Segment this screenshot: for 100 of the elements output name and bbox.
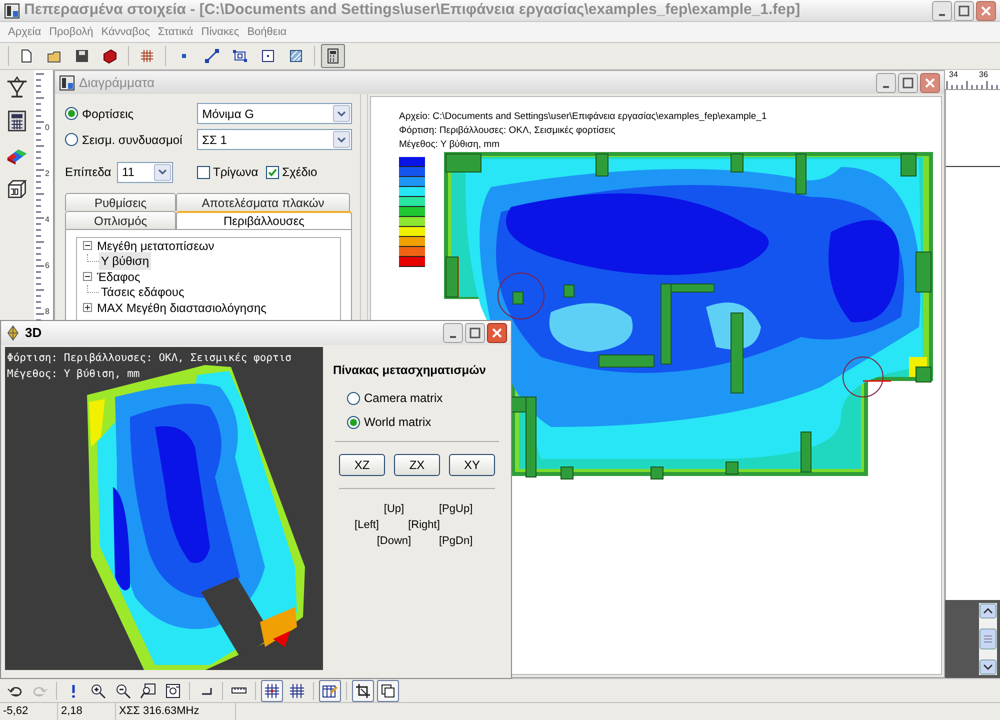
- menu-item[interactable]: Προβολή: [45, 24, 98, 40]
- zoom-extents-icon: [165, 682, 181, 698]
- zoom-in-icon: [90, 682, 106, 698]
- ruler-label: 36: [979, 71, 988, 79]
- maximize-button[interactable]: [898, 72, 918, 92]
- key-hint: [Right]: [408, 518, 440, 533]
- scrollbar[interactable]: [979, 603, 997, 675]
- menu-item[interactable]: Κάνναβος: [97, 24, 154, 40]
- radio-label[interactable]: Φορτίσεις: [82, 104, 134, 122]
- expander[interactable]: [83, 272, 92, 282]
- minimize-icon: [883, 86, 889, 88]
- expander[interactable]: [83, 241, 92, 250]
- maximize-button[interactable]: [954, 0, 974, 20]
- tab[interactable]: Οπλισμός: [65, 211, 176, 229]
- line-icon: [204, 48, 220, 64]
- 3d-axes-icon: [5, 325, 21, 341]
- dropdown[interactable]: ΣΣ 1: [197, 129, 352, 150]
- maximize-icon: [469, 327, 481, 339]
- menu-item[interactable]: Βοήθεια: [243, 24, 291, 40]
- scroll-thumb[interactable]: [979, 628, 997, 650]
- menu-item[interactable]: Στατικά: [154, 24, 198, 40]
- ruler-label: 8: [45, 308, 50, 316]
- radio-button[interactable]: [347, 416, 360, 428]
- tree-item[interactable]: Έδαφος: [95, 268, 142, 286]
- close-button[interactable]: [487, 323, 507, 343]
- menu-item[interactable]: Πίνακες: [197, 24, 244, 40]
- edit-table-icon: [322, 682, 338, 698]
- minimize-icon: [939, 14, 945, 16]
- zoom-out-icon: [115, 682, 131, 698]
- view-button[interactable]: ZX: [394, 454, 440, 476]
- tree-item[interactable]: Τάσεις εδάφους: [99, 283, 186, 302]
- ruler-label: 2: [45, 170, 50, 178]
- calculator-icon: [6, 110, 28, 132]
- panel-title: Πίνακας μετασχηματισμών: [333, 362, 487, 379]
- edit-button[interactable]: [319, 680, 341, 702]
- view-button[interactable]: XY: [449, 454, 495, 476]
- checkbox-label[interactable]: Σχέδιο: [282, 163, 318, 181]
- key-hint: [PgDn]: [439, 534, 474, 549]
- key-hint: [PgUp]: [439, 502, 474, 517]
- radio-button[interactable]: [65, 133, 78, 146]
- plus-icon: [84, 304, 91, 312]
- 3d-box-icon: [6, 178, 28, 200]
- checkbox-label[interactable]: Τρίγωνα: [213, 163, 258, 181]
- window-title: Πεπερασμένα στοιχεία - [C:\Documents and Settings\user\Επιφάνεια εργασίας\examples_fep\example_1.fep]: [24, 0, 802, 20]
- grid-icon: [264, 682, 280, 698]
- minimize-button[interactable]: [876, 72, 896, 92]
- ruler-label: 0: [45, 124, 50, 132]
- book-icon: [102, 48, 118, 64]
- checkmark-icon: [268, 168, 278, 176]
- checkbox[interactable]: [266, 166, 280, 178]
- tree-item[interactable]: Μεγέθη μετατοπίσεων: [95, 238, 216, 255]
- maximize-button[interactable]: [465, 323, 485, 343]
- chevron-down-icon: [158, 169, 167, 175]
- grid-icon: [289, 682, 305, 698]
- maximize-icon: [958, 4, 970, 16]
- marker-circle: [842, 356, 884, 398]
- tree-item[interactable]: Υ βύθιση: [99, 252, 152, 270]
- truss-icon: [6, 76, 28, 98]
- close-button[interactable]: [976, 0, 996, 20]
- app-icon: [4, 2, 20, 18]
- minimize-button[interactable]: [932, 0, 952, 20]
- app-icon: [59, 74, 75, 90]
- checkbox[interactable]: [197, 166, 210, 178]
- crop-button[interactable]: [352, 680, 374, 702]
- minimize-button[interactable]: [443, 323, 463, 343]
- grid-button[interactable]: [261, 680, 283, 702]
- marker-line: [863, 380, 891, 382]
- close-button[interactable]: [920, 72, 940, 92]
- calculator-icon: [325, 48, 341, 64]
- tab[interactable]: Ρυθμίσεις: [65, 193, 176, 211]
- chevron-down-icon: [337, 110, 346, 116]
- ruler-label: 34: [949, 71, 958, 79]
- status-text: -5,62: [0, 703, 58, 720]
- dropdown[interactable]: 11: [117, 162, 173, 182]
- tab[interactable]: Περιβάλλουσες: [176, 211, 352, 229]
- ruler-label: 6: [45, 262, 50, 270]
- expander[interactable]: [83, 303, 92, 312]
- status-text: 2,18: [58, 703, 116, 720]
- radio-button[interactable]: [347, 392, 360, 404]
- tab[interactable]: Αποτελέσματα πλακών: [176, 193, 350, 211]
- plot-caption: Αρχείο: C:\Documents and Settings\user\Επιφάνεια εργασίας\examples_fep\example_1: [399, 110, 767, 124]
- exclamation-icon: [72, 684, 74, 698]
- maximize-icon: [902, 76, 914, 88]
- radio-label[interactable]: Σεισμ. συνδυασμοί: [82, 130, 182, 148]
- node-frame-icon: [232, 48, 248, 64]
- menu-item[interactable]: Αρχεία: [4, 24, 46, 40]
- key-hint: [Left]: [354, 518, 379, 533]
- chevron-down-icon: [337, 136, 346, 142]
- radio-label[interactable]: Camera matrix: [364, 389, 443, 407]
- copy-button[interactable]: [377, 680, 399, 702]
- tree-item[interactable]: MAX Μεγέθη διαστασιολόγησης: [95, 298, 268, 317]
- view-button[interactable]: XZ: [339, 454, 385, 476]
- corner-icon: [200, 686, 212, 694]
- ruler-scale-drawing: [945, 81, 1000, 89]
- overlay-text: Μέγεθος: Υ βύθιση, mm: [7, 367, 141, 382]
- minimize-icon: [450, 336, 456, 338]
- radio-button[interactable]: [65, 107, 78, 120]
- radio-label[interactable]: World matrix: [364, 413, 432, 431]
- calculator-button[interactable]: [321, 44, 345, 68]
- dropdown[interactable]: Μόνιμα G: [197, 103, 352, 124]
